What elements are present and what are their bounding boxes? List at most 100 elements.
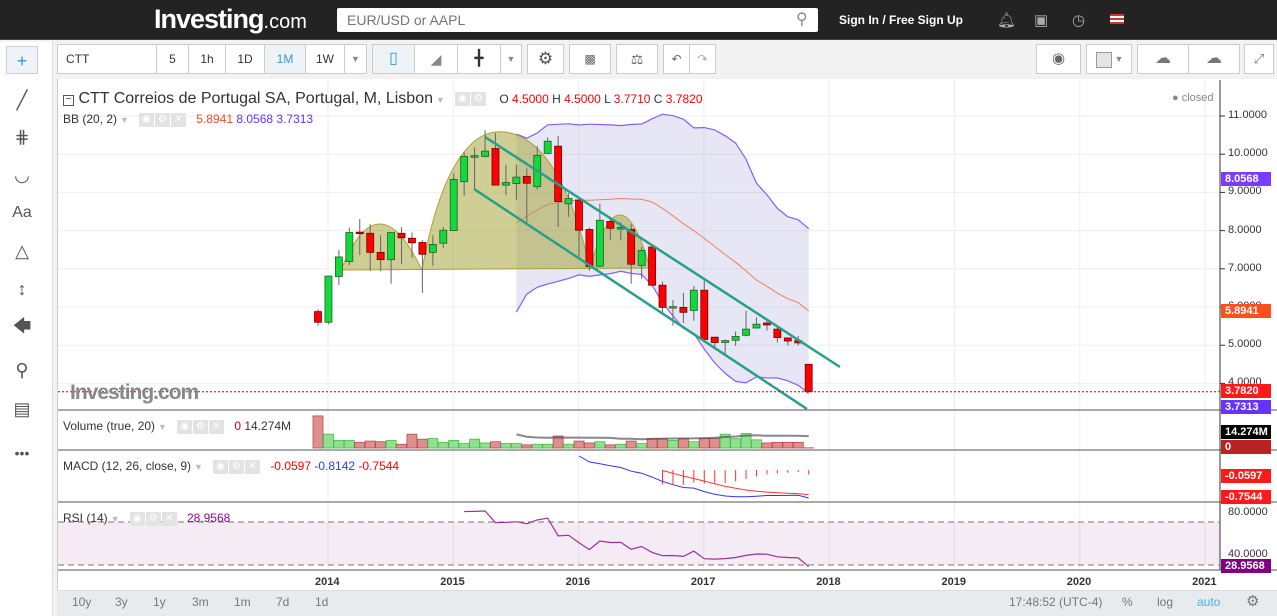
range-1d[interactable]: 1d — [315, 595, 328, 609]
close-icon[interactable]: ✕ — [161, 511, 177, 526]
fullscreen-icon[interactable]: ⤢ — [1244, 44, 1274, 74]
eye-icon[interactable]: ◉ — [212, 459, 228, 474]
text-icon[interactable]: Aa — [6, 199, 38, 227]
volume-bar — [604, 444, 616, 449]
rsi-legend: RSI (14) ▼ ◉ ⚙ ✕ 28.9568 — [63, 511, 230, 526]
chart-settings-icon[interactable]: ⚙ — [1246, 592, 1259, 610]
undo-icon[interactable]: ↶ — [663, 44, 690, 74]
year-label: 2019 — [941, 576, 966, 588]
brush-icon[interactable]: ◡ — [6, 161, 38, 189]
fib-icon[interactable]: ⋕ — [6, 123, 38, 151]
redo-icon[interactable]: ↷ — [689, 44, 716, 74]
price-tag-mid: 5.8941 — [1221, 304, 1271, 318]
eye-icon[interactable]: ◉ — [454, 91, 470, 106]
cloud-download-icon[interactable]: ☁ — [1137, 44, 1189, 74]
rsi-dropdown-icon[interactable]: ▼ — [111, 514, 120, 524]
eye-icon[interactable]: ◉ — [176, 419, 192, 434]
macd-legend: MACD (12, 26, close, 9) ▼ ◉ ⚙ ✕ -0.0597 -0.8… — [63, 459, 399, 474]
close-icon[interactable]: ✕ — [244, 459, 260, 474]
macd-label: MACD (12, 26, close, 9) — [63, 459, 192, 473]
volume-bar — [479, 442, 491, 449]
candle-down — [355, 231, 364, 235]
range-10y[interactable]: 10y — [72, 595, 91, 609]
volume-ma-value: 14.274M — [244, 419, 292, 433]
cloud-upload-icon[interactable]: ☁ — [1188, 44, 1240, 74]
footer-log[interactable]: log — [1157, 595, 1173, 609]
volume-bar — [709, 438, 721, 449]
candles-icon[interactable]: ▯ — [372, 44, 415, 74]
sign-in-link[interactable]: Sign In / Free Sign Up — [839, 13, 963, 27]
bb-dropdown-icon[interactable]: ▼ — [120, 115, 129, 125]
more-icon[interactable]: ••• — [6, 439, 38, 467]
interval-5[interactable]: 5 — [156, 44, 189, 74]
gear-icon[interactable]: ⚙ — [228, 459, 244, 474]
close-icon[interactable]: ✕ — [170, 112, 186, 127]
search-icon[interactable]: ⚲ — [796, 9, 808, 29]
gear-icon[interactable]: ⚙ — [192, 419, 208, 434]
volume-dropdown-icon[interactable]: ▼ — [158, 422, 167, 432]
candle-down — [700, 289, 709, 340]
range-1m[interactable]: 1m — [234, 595, 251, 609]
close-value: 3.7820 — [665, 92, 703, 106]
footer-pct[interactable]: % — [1122, 595, 1133, 609]
o-label: O — [499, 92, 509, 106]
search-input[interactable] — [337, 8, 818, 32]
candle-up — [387, 232, 395, 261]
h-label: H — [552, 92, 561, 106]
range-7d[interactable]: 7d — [276, 595, 289, 609]
eye-icon[interactable]: ◉ — [138, 112, 154, 127]
area-chart-icon[interactable]: ◢ — [414, 44, 458, 74]
volume-bar — [584, 442, 595, 449]
compare-scale-icon[interactable]: ⚖ — [616, 44, 658, 74]
arrow-left-icon[interactable]: 🡄︎ — [6, 312, 38, 340]
portfolio-icon[interactable]: ▣ — [1034, 11, 1048, 29]
footer-auto[interactable]: auto — [1197, 595, 1220, 609]
camera-icon[interactable]: ◉ — [1036, 44, 1081, 74]
settings-gear-icon[interactable]: ⚙ — [527, 44, 564, 74]
interval-dropdown-icon[interactable]: ▼ — [344, 44, 367, 74]
range-3m[interactable]: 3m — [192, 595, 209, 609]
color-picker-button[interactable]: ▼ — [1086, 44, 1132, 74]
zoom-icon[interactable]: ⚲ — [6, 356, 38, 384]
macd-dropdown-icon[interactable]: ▼ — [194, 462, 203, 472]
ruler-chart-icon[interactable]: ▤ — [6, 395, 38, 423]
range-1y[interactable]: 1y — [153, 595, 166, 609]
candle-up — [721, 340, 730, 343]
interval-1m[interactable]: 1M — [264, 44, 306, 74]
investing-logo[interactable]: Investing.com — [154, 4, 307, 35]
interval-1h[interactable]: 1h — [188, 44, 226, 74]
l-label: L — [604, 92, 611, 106]
candle-up — [637, 250, 646, 266]
price-tag-rsi: 28.9568 — [1221, 559, 1271, 573]
collapse-icon[interactable]: − — [63, 95, 74, 106]
candle-up — [689, 289, 698, 311]
chart-canvas[interactable] — [57, 80, 1277, 576]
gear-icon[interactable]: ⚙ — [145, 511, 161, 526]
gear-icon[interactable]: ⚙ — [154, 112, 170, 127]
chart-type-dropdown-icon[interactable]: ▼ — [500, 44, 522, 74]
measure-icon[interactable]: ↕ — [6, 275, 38, 303]
us-flag-icon[interactable] — [1110, 14, 1124, 24]
volume-bar — [678, 438, 689, 449]
title-dropdown-icon[interactable]: ▼ — [436, 95, 445, 105]
gear-icon[interactable]: ⚙ — [470, 91, 486, 106]
crosshair-icon[interactable]: + — [6, 46, 38, 74]
interval-1d[interactable]: 1D — [225, 44, 265, 74]
candle-up — [460, 156, 469, 183]
clock-icon[interactable]: ◷ — [1072, 11, 1085, 29]
pattern-icon[interactable]: △ — [6, 237, 38, 265]
year-label: 2016 — [565, 576, 591, 588]
indicators-icon[interactable]: ▩ — [569, 44, 611, 74]
volume-bar — [312, 415, 324, 449]
bars-icon[interactable]: ╋ — [457, 44, 501, 74]
candle-up — [502, 182, 510, 186]
symbol-input[interactable]: CTT — [57, 44, 157, 74]
eye-icon[interactable]: ◉ — [129, 511, 145, 526]
price-tag-vol: 0 — [1221, 440, 1271, 454]
bell-icon[interactable]: 🔔︎ — [997, 11, 1016, 29]
c-label: C — [653, 92, 663, 106]
range-3y[interactable]: 3y — [115, 595, 128, 609]
close-icon[interactable]: ✕ — [208, 419, 224, 434]
interval-1w[interactable]: 1W — [305, 44, 345, 74]
trendline-icon[interactable]: ╱ — [6, 86, 38, 114]
